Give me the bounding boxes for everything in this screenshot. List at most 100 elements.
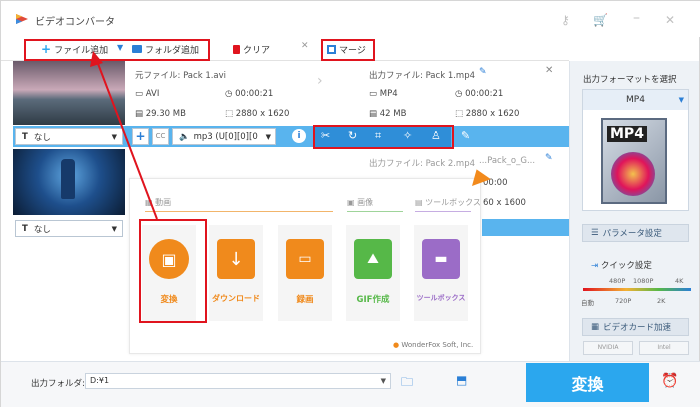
format-selector[interactable]: MP4 ▼ MP4: [582, 89, 689, 211]
format-value: MP4: [583, 90, 688, 110]
category-toolbox-label: ツールボックス: [425, 198, 481, 207]
quick-480p: 480P: [609, 277, 626, 285]
edit-toolbar-2: [482, 219, 569, 236]
quick-1080p: 1080P: [633, 277, 654, 285]
category-toolbox: ▤ ツールボックス: [415, 198, 481, 207]
annotation-box-convert: [139, 219, 207, 323]
image-icon: ⛰: [354, 239, 392, 279]
tile-toolbox-label: ツールボックス: [416, 294, 466, 302]
output-format: MP4: [379, 89, 398, 99]
intel-badge[interactable]: Intel: [639, 341, 689, 355]
speaker-icon: 🔈: [179, 131, 190, 142]
divider-video: [145, 211, 333, 212]
subtitle-value-1: なし: [33, 132, 51, 143]
chevron-down-icon: ▼: [678, 96, 684, 104]
resolution-2: 60 x 1600: [483, 198, 526, 208]
screen-record-icon: ▭: [286, 239, 324, 279]
download-icon: ↓: [217, 239, 255, 279]
subtitle-value-2: なし: [33, 224, 51, 235]
output-folder-label: 出力フォルダ:: [31, 379, 85, 389]
brand-label: WonderFox Soft, Inc.: [401, 341, 474, 349]
tile-record-label: 録画: [296, 295, 314, 305]
brand-row: ● WonderFox Soft, Inc.: [393, 341, 473, 349]
output-size: 42 MB: [379, 109, 407, 119]
divider-toolbox: [415, 211, 471, 212]
toolbox-icon: ▬: [422, 239, 460, 279]
open-folder-icon[interactable]: ⬒: [456, 373, 467, 387]
text-icon: T: [22, 223, 28, 234]
output-folder-value: D:¥1: [90, 376, 110, 385]
divider-image: [347, 211, 403, 212]
key-icon[interactable]: ⚷: [561, 13, 570, 27]
info-icon[interactable]: i: [292, 129, 306, 143]
chevron-down-icon: ▼: [265, 132, 271, 141]
output-folder-field[interactable]: D:¥1 ▼: [85, 373, 391, 389]
output-filename-2: 出力ファイル: Pack 2.mp4: [369, 159, 476, 169]
source-filename-2: ...Pack_o_G...: [479, 156, 536, 166]
tile-gif[interactable]: ⛰ GIF作成: [346, 225, 400, 321]
quick-2k: 2K: [657, 297, 666, 305]
mp4-badge: MP4: [607, 126, 647, 142]
arrow-right-icon: ›: [317, 73, 323, 89]
quick-4k: 4K: [675, 277, 684, 285]
audio-value: mp3 (U[0][0][0: [193, 131, 258, 142]
arrow-icon: ⇥: [591, 261, 599, 271]
convert-button[interactable]: 変換: [526, 363, 649, 402]
audio-select[interactable]: 🔈 mp3 (U[0][0][0 ▼: [172, 128, 276, 145]
balloon-icon: [611, 152, 655, 196]
close-button[interactable]: ✕: [665, 13, 675, 27]
gpu-icon: ▦: [591, 322, 600, 332]
quick-slider[interactable]: [583, 288, 691, 291]
tile-toolbox[interactable]: ▬ ツールボックス: [414, 225, 468, 321]
gpu-accel-button[interactable]: ▦ ビデオカード加速: [582, 318, 689, 336]
quick-auto: 自動: [581, 299, 594, 307]
clear-button[interactable]: クリア: [233, 41, 270, 57]
source-resolution-row: ⬚ 2880 x 1620: [225, 109, 290, 119]
sliders-icon: ☰: [591, 228, 599, 238]
annotation-arrow: [90, 51, 158, 220]
clear-label: クリア: [243, 45, 271, 56]
category-image: ▣ 画像: [347, 198, 374, 207]
param-settings-label: パラメータ設定: [602, 229, 662, 239]
output-format-row: ▭ MP4: [369, 89, 398, 99]
app-title: ビデオコンバータ: [35, 17, 115, 28]
output-duration-row: ◷ 00:00:21: [455, 89, 504, 99]
text-icon: T: [22, 131, 28, 142]
annotation-box-merge: [321, 39, 375, 61]
wonderfox-logo-icon: ●: [393, 341, 400, 349]
alarm-clock-icon[interactable]: ⏰: [661, 373, 678, 389]
gpu-accel-label: ビデオカード加速: [603, 323, 672, 333]
source-duration: 00:00:21: [235, 89, 274, 99]
cart-icon[interactable]: 🛒: [593, 13, 608, 27]
quick-settings-row: ⇥ クイック設定: [591, 259, 652, 271]
minimize-button[interactable]: –: [633, 10, 640, 26]
output-filename: 出力ファイル: Pack 1.mp4: [369, 71, 476, 81]
category-image-label: 画像: [357, 198, 374, 207]
source-duration-row: ◷ 00:00:21: [225, 89, 274, 99]
output-size-row: ▤ 42 MB: [369, 109, 407, 119]
edit-icon[interactable]: ✎: [479, 67, 487, 77]
nvidia-badge[interactable]: NVIDIA: [583, 341, 633, 355]
app-window: ビデオコンバータ ⚷ 🛒 – ✕ + ファイル追加 ▼ フォルダ追加 クリア ✕…: [0, 0, 700, 407]
browse-folder-icon[interactable]: 🗀: [401, 373, 413, 394]
chevron-down-icon: ▼: [380, 377, 386, 385]
trash-icon: [233, 44, 240, 54]
remove-file-icon[interactable]: ✕: [545, 65, 553, 76]
output-resolution: 2880 x 1620: [465, 109, 520, 119]
quick-720p: 720P: [615, 297, 632, 305]
close-icon[interactable]: ✕: [301, 41, 309, 51]
output-resolution-row: ⬚ 2880 x 1620: [455, 109, 520, 119]
subtitle-edit-icon[interactable]: ✎: [461, 129, 470, 142]
output-duration: 00:00:21: [465, 89, 504, 99]
tile-gif-label: GIF作成: [356, 295, 390, 305]
mp4-file-icon: MP4: [601, 118, 667, 204]
edit-icon[interactable]: ✎: [545, 153, 553, 163]
quick-settings-title: クイック設定: [600, 261, 652, 271]
param-settings-button[interactable]: ☰ パラメータ設定: [582, 224, 689, 242]
format-title: 出力フォーマットを選択: [583, 75, 677, 85]
tile-download-label: ダウンロード: [212, 294, 260, 303]
app-logo-icon: [16, 14, 28, 24]
tile-record[interactable]: ▭ 録画: [278, 225, 332, 321]
source-resolution: 2880 x 1620: [235, 109, 290, 119]
tile-download[interactable]: ↓ ダウンロード: [209, 225, 263, 321]
